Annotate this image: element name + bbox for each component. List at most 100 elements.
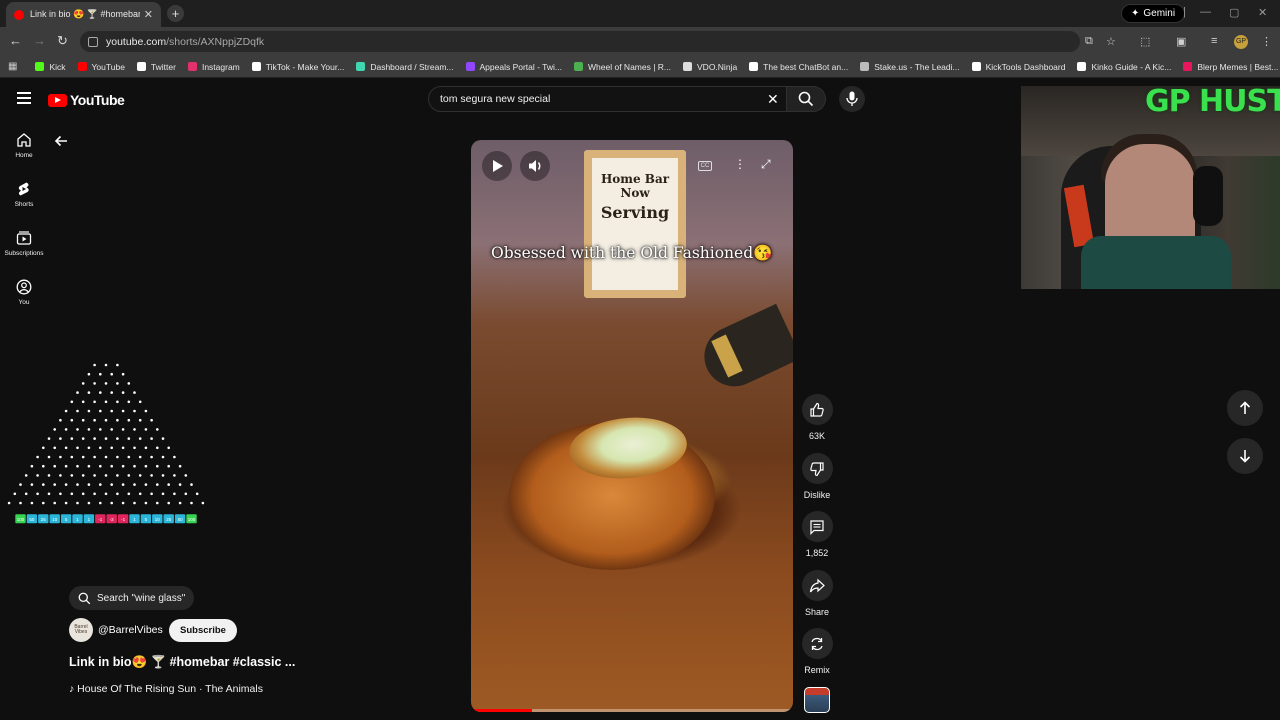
bookmark-item[interactable]: The best ChatBot an... <box>749 62 848 72</box>
sidebar-item-home[interactable]: Home <box>0 132 48 159</box>
bookmark-label: KickTools Dashboard <box>985 61 1066 72</box>
plinko-peg <box>93 474 96 477</box>
captions-icon[interactable]: CC <box>698 161 712 171</box>
plinko-peg <box>99 483 102 486</box>
plinko-peg <box>64 409 68 413</box>
plinko-peg <box>53 446 56 450</box>
site-info-icon[interactable] <box>88 36 98 47</box>
plinko-peg <box>76 428 79 431</box>
plinko-peg <box>138 492 142 496</box>
remix-icon <box>811 637 823 650</box>
voice-search-button[interactable] <box>839 86 865 112</box>
back-arrow-icon[interactable]: ← <box>9 34 22 48</box>
bookmark-item[interactable]: KickTools Dashboard <box>971 61 1066 72</box>
more-options-icon[interactable]: ⋮ <box>734 158 746 170</box>
chrome-menu-icon[interactable]: ⋮ <box>1261 35 1272 48</box>
plinko-peg <box>110 409 113 413</box>
previous-video-button[interactable] <box>1227 390 1263 426</box>
gemini-button[interactable]: ✦ Gemini <box>1121 4 1186 23</box>
play-button[interactable] <box>482 151 512 181</box>
plinko-peg <box>30 483 34 486</box>
bookmark-item[interactable]: Appeals Portal - Twi... <box>465 62 562 72</box>
search-button[interactable] <box>787 86 826 112</box>
plinko-peg <box>121 428 125 431</box>
bookmark-favicon-icon <box>860 62 870 71</box>
plinko-peg <box>156 428 159 431</box>
clear-search-icon[interactable]: ✕ <box>767 91 779 108</box>
bookmark-item[interactable]: Instagram <box>187 61 240 72</box>
plinko-overlay: 100 50 25 10 5 1 1 -1 -2 -1 1 5 10 25 50 100 <box>7 363 205 524</box>
tab-close-icon[interactable]: ✕ <box>144 8 153 21</box>
music-track-link[interactable]: ♪ House Of The Rising Sun · The Animals <box>69 683 263 695</box>
forward-arrow-icon[interactable]: → <box>33 34 46 48</box>
dislike-button[interactable]: Dislike <box>801 453 833 500</box>
extensions-icon[interactable]: ⬚ <box>1140 35 1150 48</box>
bookmark-favicon-icon <box>187 62 197 71</box>
fullscreen-icon[interactable]: ⤢ <box>761 157 771 172</box>
next-video-button[interactable] <box>1227 438 1263 474</box>
plinko-peg <box>138 474 142 477</box>
bookmark-item[interactable]: TikTok - Make Your... <box>251 62 344 72</box>
plinko-peg <box>138 455 142 459</box>
bookmark-item[interactable]: Blerp Memes | Best... <box>1183 62 1278 72</box>
minimize-icon[interactable]: — <box>1200 6 1211 18</box>
side-panel-icon[interactable]: ▣ <box>1176 35 1186 48</box>
reload-icon[interactable]: ↻ <box>57 34 68 48</box>
profile-avatar-icon[interactable]: GP <box>1234 35 1248 49</box>
bookmark-item[interactable]: Kinko Guide - A Kic... <box>1077 62 1171 72</box>
plinko-peg <box>110 428 113 431</box>
bookmark-item[interactable]: Stake.us - The Leadi... <box>860 62 960 72</box>
bookmark-label: VDO.Ninja <box>697 61 738 72</box>
address-bar[interactable]: youtube.com/shorts/AXNppjZDqfk <box>80 31 1080 52</box>
channel-avatar[interactable]: Barrel Vibes <box>69 618 93 642</box>
maximize-icon[interactable]: ▢ <box>1229 6 1239 19</box>
youtube-logo[interactable]: YouTube <box>48 92 125 108</box>
plinko-peg <box>173 474 176 477</box>
plinko-peg <box>127 400 131 404</box>
remix-button[interactable]: Remix <box>801 628 833 675</box>
sidebar-item-shorts[interactable]: Shorts <box>0 181 48 208</box>
search-input[interactable]: tom segura new special <box>428 86 787 112</box>
comments-button[interactable]: 1,852 <box>801 511 833 558</box>
plinko-peg <box>178 501 182 505</box>
plinko-peg <box>116 492 119 496</box>
window-close-icon[interactable]: ✕ <box>1258 6 1267 19</box>
bookmark-item[interactable]: VDO.Ninja <box>683 62 737 72</box>
install-app-icon[interactable]: ⧉ <box>1085 35 1093 48</box>
reading-list-icon[interactable]: ≡ <box>1211 35 1217 47</box>
volume-button[interactable] <box>520 151 550 181</box>
apps-grid-icon[interactable]: ▦ <box>8 61 17 72</box>
gemini-label: Gemini <box>1143 8 1176 19</box>
thumbs-down-icon <box>810 461 824 476</box>
bookmark-item[interactable]: Twitter <box>136 62 176 72</box>
search-icon <box>78 592 91 604</box>
browser-tab[interactable]: Link in bio 😍 🍸 #homebar #cla ✕ <box>6 2 161 27</box>
sidebar-item-label: You <box>18 299 30 306</box>
channel-handle[interactable]: @BarrelVibes <box>98 624 163 636</box>
plinko-peg <box>76 391 79 394</box>
sound-thumbnail[interactable] <box>804 687 830 713</box>
plinko-peg <box>24 492 28 496</box>
menu-icon[interactable] <box>17 92 31 104</box>
bookmark-item[interactable]: YouTube <box>77 62 125 72</box>
bookmark-item[interactable]: Wheel of Names | R... <box>574 62 671 72</box>
plinko-peg <box>7 501 11 505</box>
plinko-peg <box>87 464 91 468</box>
bookmark-item[interactable]: Kick <box>35 62 66 72</box>
subscribe-button[interactable]: Subscribe <box>169 619 237 642</box>
sidebar-item-subscriptions[interactable]: Subscriptions <box>0 230 48 257</box>
shorts-video-player[interactable]: Home Bar Now Serving Obsessed with the O… <box>471 140 793 712</box>
plinko-peg <box>121 483 125 486</box>
search-suggestion-chip[interactable]: Search "wine glass" <box>69 586 195 610</box>
video-title[interactable]: Link in bio😍 🍸 #homebar #classic ... <box>69 655 295 670</box>
bookmark-item[interactable]: Dashboard / Stream... <box>356 62 454 72</box>
back-arrow-icon[interactable] <box>54 134 68 148</box>
bookmark-label: Instagram <box>201 61 240 72</box>
bookmark-star-icon[interactable]: ☆ <box>1106 35 1116 48</box>
new-tab-button[interactable]: + <box>167 5 184 22</box>
like-button[interactable]: 63K <box>801 394 833 441</box>
plinko-peg <box>104 492 108 496</box>
sidebar-item-you[interactable]: You <box>0 279 48 306</box>
share-button[interactable]: Share <box>801 570 833 617</box>
plinko-peg <box>76 409 79 413</box>
